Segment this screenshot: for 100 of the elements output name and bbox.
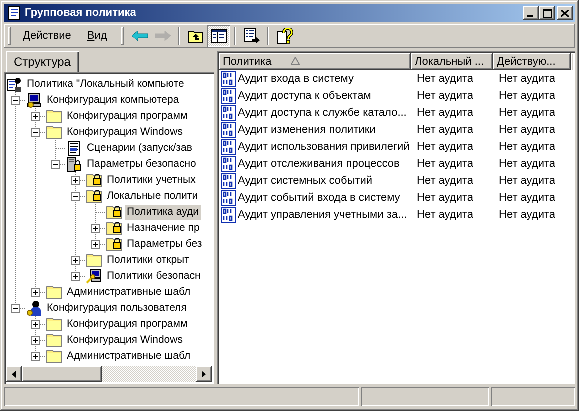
close-button[interactable] [557,6,573,20]
tree-item[interactable]: Административные шабл [65,284,193,300]
locked-folder-icon [106,237,122,251]
table-cell-text: Нет аудита [416,90,475,102]
expand-toggle[interactable] [91,224,100,233]
tree-item[interactable]: Конфигурация Windows [65,124,185,140]
menu-item[interactable]: Вид [79,26,116,46]
binary-policy-icon [221,172,237,188]
tree-item[interactable]: Политика ауди [125,204,202,220]
export-list-icon [244,28,260,44]
table-cell-text: Нет аудита [416,124,475,136]
tree-item[interactable]: Политики безопасн [105,268,203,284]
scroll-right-button[interactable] [196,366,212,382]
expand-toggle[interactable] [31,336,40,345]
tree-item[interactable]: Назначение пр [125,220,202,236]
table-cell-text: Нет аудита [416,106,475,118]
binary-policy-icon [221,138,237,154]
expand-toggle[interactable] [31,128,40,137]
locked-folder-icon [106,205,122,219]
tree-item[interactable]: Конфигурация компьютера [45,92,182,108]
expand-toggle[interactable] [71,256,80,265]
tree-item[interactable]: Конфигурация программ [65,108,190,124]
panes-icon [210,29,227,43]
expand-toggle[interactable] [31,320,40,329]
maximize-icon [542,8,552,18]
binary-policy-icon [221,190,237,206]
folder-icon [46,285,62,299]
tree-item[interactable]: Политика "Локальный компьюте [25,76,186,92]
tree-item[interactable]: Конфигурация Windows [65,332,185,348]
tree-item[interactable]: Политики учетных [105,172,198,188]
left-arrow-icon [132,31,148,41]
expand-toggle[interactable] [71,192,80,201]
tree-item[interactable]: Сценарии (запуск/зав [85,140,194,156]
tree-item[interactable]: Параметры безопасно [85,156,198,172]
tree-item[interactable]: Политики открыт [105,252,192,268]
table-cell: Аудит отслеживания процессов [238,158,400,170]
table-cell-text: Нет аудита [498,106,557,118]
plus-icon [31,352,40,361]
table-cell-text: Нет аудита [498,72,557,84]
tree-item[interactable]: Локальные полити [105,188,200,204]
table-cell-text: Нет аудита [498,90,557,102]
show-tree-button[interactable] [207,25,230,47]
table-cell-text: Нет аудита [498,192,557,204]
expand-toggle[interactable] [11,96,20,105]
plus-icon [31,320,40,329]
expand-toggle[interactable] [71,176,80,185]
user-icon [26,300,42,316]
tree-item[interactable]: Административные шабл [65,348,193,364]
binary-policy-icon [221,156,237,172]
minimize-button[interactable] [523,6,539,20]
document-icon [6,5,22,21]
toolbar-grip [121,27,124,45]
table-cell-text: Нет аудита [416,140,475,152]
folder-icon [86,253,102,267]
table-cell: Аудит использования привилегий [238,140,410,152]
expand-toggle[interactable] [31,352,40,361]
column-header[interactable]: Политика [219,53,411,70]
plus-icon [71,176,80,185]
binary-policy-icon [221,206,237,222]
table-cell-text: Нет аудита [498,174,557,186]
sort-triangle-icon [291,57,300,65]
binary-policy-icon [221,70,237,86]
folder-icon [46,333,62,347]
table-cell-text: Нет аудита [416,158,475,170]
folder-icon [46,125,62,139]
menu-item[interactable]: Действие [15,26,80,46]
tab[interactable]: Структура [6,51,79,72]
server-lock-icon [66,156,82,172]
column-header[interactable]: Действую... [493,53,571,70]
expand-toggle[interactable] [91,240,100,249]
expand-toggle[interactable] [51,160,60,169]
binary-policy-icon [221,88,237,104]
table-cell-text: Нет аудита [498,140,557,152]
tree-item[interactable]: Параметры без [125,236,204,252]
scroll-thumb[interactable] [22,366,102,382]
binary-policy-icon [221,104,237,120]
help-icon [276,28,293,44]
expand-toggle[interactable] [31,288,40,297]
plus-icon [71,256,80,265]
computer-icon [26,92,42,108]
plus-icon [91,240,100,249]
locked-folder-icon [106,221,122,235]
tree-item[interactable]: Конфигурация программ [65,316,190,332]
table-cell-text: Нет аудита [416,174,475,186]
close-icon [561,10,569,16]
maximize-button[interactable] [539,6,555,20]
right-arrow-icon [154,31,171,41]
expand-toggle[interactable] [31,112,40,121]
scroll-left-button[interactable] [6,366,22,382]
tree-item[interactable]: Конфигурация пользователя [45,300,189,316]
table-cell: Аудит изменения политики [238,124,376,136]
table-cell-text: Нет аудита [416,208,475,220]
table-cell: Аудит доступа к объектам [238,90,372,102]
folder-icon [46,109,62,123]
table-cell-text: Нет аудита [416,192,475,204]
plus-icon [31,288,40,297]
expand-toggle[interactable] [11,304,20,313]
expand-toggle[interactable] [71,272,80,281]
column-header[interactable]: Локальный ... [411,53,493,70]
left-triangle-icon [12,370,16,378]
